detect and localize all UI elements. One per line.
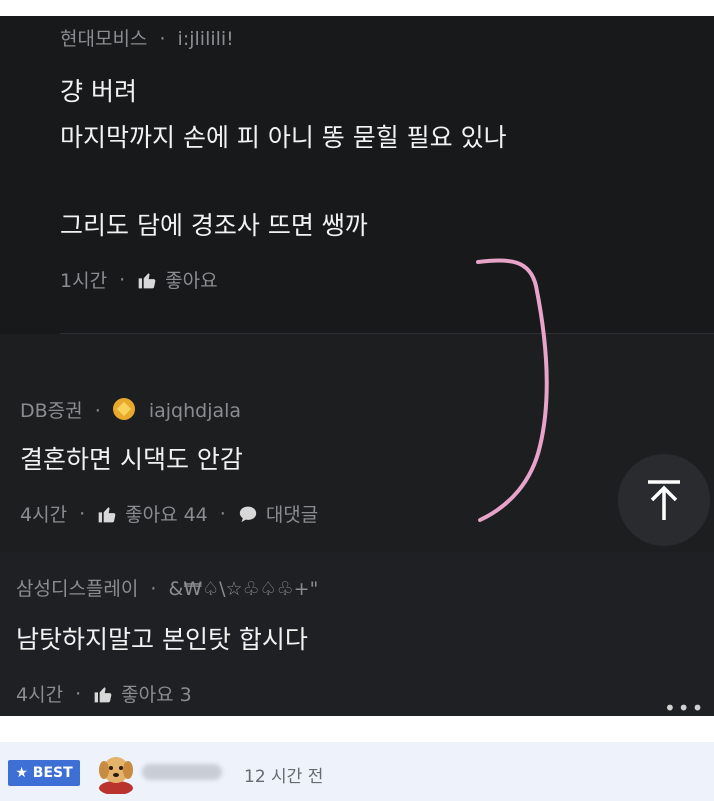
- coin-icon: [112, 398, 135, 420]
- comment-3-line-1: 남탓하지말고 본인탓 합시다: [16, 625, 308, 654]
- like-button[interactable]: 좋아요: [137, 266, 218, 293]
- meta-separator: ·: [94, 400, 101, 422]
- speech-bubble-icon: [239, 506, 257, 522]
- comment-3-actions: 4시간 · 좋아요 3: [16, 680, 192, 707]
- comment-1-author[interactable]: 현대모비스: [60, 28, 147, 50]
- scroll-top-button[interactable]: [618, 454, 710, 546]
- like-button[interactable]: 좋아요 3: [93, 680, 192, 707]
- comment-2-line-1: 결혼하면 시댁도 안감: [20, 445, 243, 474]
- best-badge: ★ BEST: [8, 760, 80, 786]
- arrow-up-to-top-icon: [648, 480, 680, 520]
- thumbs-up-icon: [94, 686, 112, 702]
- comment-2-meta: DB증권 · iajqhdjala: [20, 396, 241, 423]
- comment-2-time: 4시간: [20, 504, 68, 526]
- post-time: 12 시간 전: [244, 767, 324, 787]
- screen: 현대모비스 · i:jlilili! 걍 버려 마지막까지 손에 피 아니 똥 …: [0, 0, 714, 801]
- comment-1: 현대모비스 · i:jlilili! 걍 버려 마지막까지 손에 피 아니 똥 …: [0, 16, 714, 334]
- comment-3-time: 4시간: [16, 684, 64, 706]
- action-separator: ·: [79, 502, 86, 525]
- blurred-username: [142, 764, 222, 780]
- action-separator: ·: [119, 268, 126, 291]
- dog-avatar-icon[interactable]: [96, 750, 136, 794]
- meta-separator: ·: [150, 578, 157, 600]
- like-label: 좋아요 44: [125, 504, 208, 526]
- comment-2: DB증권 · iajqhdjala 결혼하면 시댁도 안감 4시간 · 좋아요 …: [0, 334, 714, 552]
- like-button[interactable]: 좋아요 44: [97, 500, 208, 527]
- comment-1-line-2: 마지막까지 손에 피 아니 똥 묻힐 필요 있나: [60, 123, 507, 152]
- thumbs-up-icon: [138, 272, 156, 288]
- comment-3-nickname[interactable]: &₩♤\☆♧♤♧+": [169, 578, 319, 600]
- comment-1-actions: 1시간 · 좋아요: [60, 266, 218, 293]
- comment-1-time: 1시간: [60, 270, 108, 292]
- reply-button[interactable]: 대댓글: [238, 500, 318, 527]
- meta-separator: ·: [159, 28, 166, 50]
- comment-2-author[interactable]: DB증권: [20, 400, 83, 422]
- comment-3: 삼성디스플레이 · &₩♤\☆♧♤♧+" 남탓하지말고 본인탓 합시다 4시간 …: [0, 552, 714, 716]
- reply-label: 대댓글: [265, 504, 319, 526]
- like-label: 좋아요: [165, 270, 218, 292]
- like-label: 좋아요 3: [121, 684, 192, 706]
- comment-1-line-3: 그리도 담에 경조사 뜨면 쌩까: [60, 211, 368, 240]
- pink-bracket-annotation: [476, 258, 549, 522]
- action-separator: ·: [219, 502, 226, 525]
- comment-2-nickname[interactable]: iajqhdjala: [149, 400, 241, 422]
- action-separator: ·: [75, 682, 82, 705]
- thumbs-up-icon: [98, 506, 116, 522]
- comment-feed-screenshot: 현대모비스 · i:jlilili! 걍 버려 마지막까지 손에 피 아니 똥 …: [0, 16, 714, 716]
- comment-3-meta: 삼성디스플레이 · &₩♤\☆♧♤♧+": [16, 574, 318, 601]
- more-options-button[interactable]: •••: [664, 696, 705, 716]
- comment-3-author[interactable]: 삼성디스플레이: [16, 578, 138, 600]
- comment-1-line-1: 걍 버려: [60, 77, 137, 106]
- comment-1-meta: 현대모비스 · i:jlilili!: [60, 24, 234, 51]
- comment-2-actions: 4시간 · 좋아요 44 · 대댓글: [20, 500, 318, 527]
- best-comment-header: ★ BEST 12 시간 전: [0, 742, 714, 801]
- comment-1-nickname[interactable]: i:jlilili!: [178, 28, 234, 50]
